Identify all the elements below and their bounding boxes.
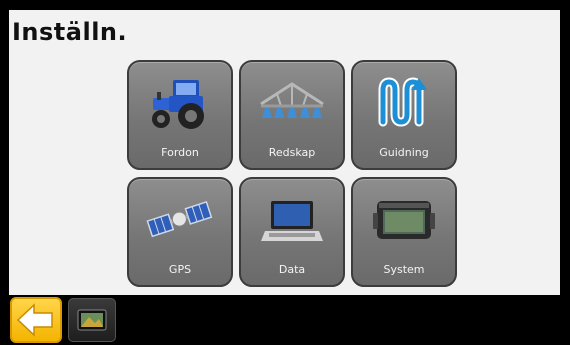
bottom-bar <box>0 295 570 345</box>
guidance-path-icon <box>378 77 427 127</box>
tile-label: Guidning <box>379 146 429 159</box>
tile-label: GPS <box>168 263 192 276</box>
page-title: Inställn. <box>12 18 128 46</box>
tractor-icon <box>152 80 204 129</box>
satellite-icon <box>146 200 213 238</box>
laptop-icon <box>261 201 323 241</box>
tile-label: System <box>383 263 425 276</box>
tile-data[interactable]: Data <box>239 177 345 287</box>
display-terminal-icon <box>77 309 107 331</box>
tile-system[interactable]: System <box>351 177 457 287</box>
tile-guidning[interactable]: Guidning <box>351 60 457 170</box>
tile-label: Redskap <box>268 146 316 159</box>
back-arrow-icon <box>16 303 53 337</box>
tile-redskap[interactable]: Redskap <box>239 60 345 170</box>
settings-screen: Inställn. Fordon Redskap Guidning GPS Da… <box>9 10 560 295</box>
tile-label: Fordon <box>161 146 199 159</box>
tile-label: Data <box>278 263 306 276</box>
sprayer-boom-icon <box>260 82 324 118</box>
back-button[interactable] <box>10 297 62 343</box>
tile-gps[interactable]: GPS <box>127 177 233 287</box>
display-unit-icon <box>373 201 435 239</box>
tile-fordon[interactable]: Fordon <box>127 60 233 170</box>
display-button[interactable] <box>68 298 116 342</box>
